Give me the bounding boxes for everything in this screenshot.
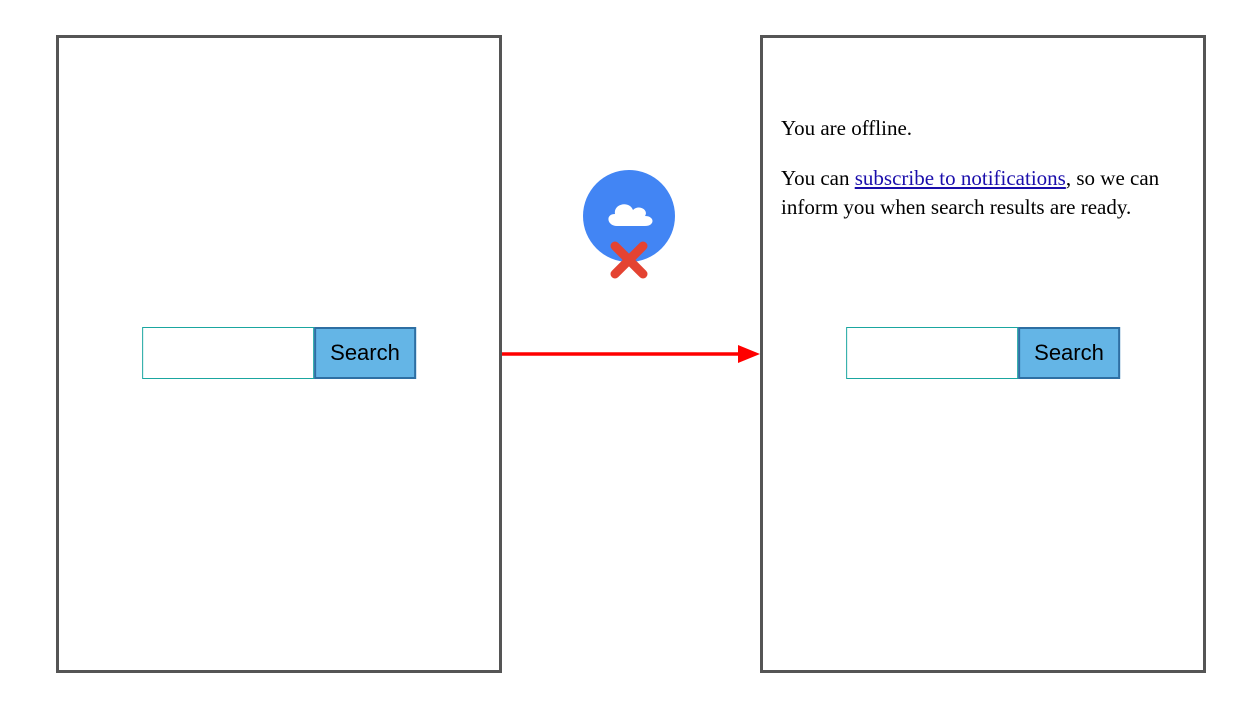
panel-before: Search [56,35,502,673]
search-input[interactable] [846,327,1018,379]
subscribe-link[interactable]: subscribe to notifications [855,166,1066,190]
offline-text: You are offline. [781,114,1185,142]
subscribe-text: You can subscribe to notifications, so w… [781,164,1185,221]
search-group-left: Search [142,327,416,379]
offline-cloud-icon [583,170,675,262]
search-button[interactable]: Search [314,327,416,379]
search-input[interactable] [142,327,314,379]
subscribe-pre: You can [781,166,855,190]
cloud-icon [599,196,659,236]
offline-message-block: You are offline. You can subscribe to no… [781,114,1185,243]
search-group-right: Search [846,327,1120,379]
arrow-icon [502,334,760,374]
x-icon [609,240,649,280]
panel-after: You are offline. You can subscribe to no… [760,35,1206,673]
search-button[interactable]: Search [1018,327,1120,379]
